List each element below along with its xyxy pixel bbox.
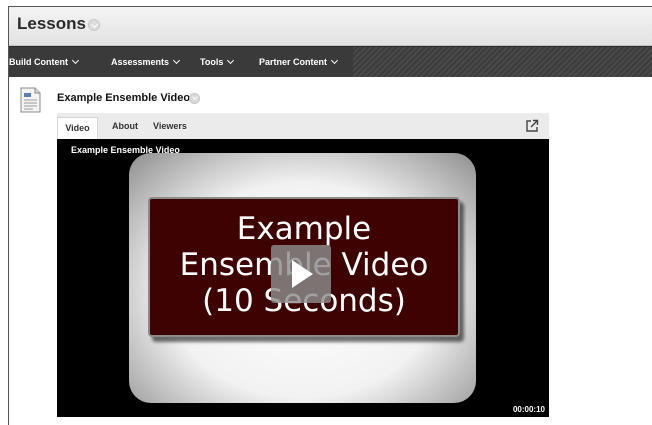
menu-assessments-label: Assessments <box>111 57 170 67</box>
tab-video[interactable]: Video <box>57 117 98 139</box>
page-title: Lessons <box>17 14 86 33</box>
chevron-down-icon <box>173 56 181 65</box>
menu-tools[interactable]: Tools <box>200 56 235 67</box>
tab-about[interactable]: About <box>112 121 138 131</box>
menu-partner-content[interactable]: Partner Content <box>259 56 339 67</box>
menu-tools-label: Tools <box>200 57 224 67</box>
menubar-hatch <box>353 47 652 77</box>
chevron-down-icon <box>330 56 339 65</box>
video-player: Video About Viewers Example Ensemble Vid… <box>57 113 549 417</box>
menu-build-content[interactable]: Build Content <box>9 56 80 67</box>
menu-assessments[interactable]: Assessments <box>111 56 181 67</box>
menu-build-content-label: Build Content <box>9 57 68 67</box>
play-button[interactable] <box>271 245 331 303</box>
external-link-icon[interactable] <box>525 119 539 133</box>
player-tabbar: Video About Viewers <box>57 113 549 140</box>
slide-line-1: Example <box>236 211 372 247</box>
page-header: Lessons <box>9 7 652 46</box>
chevron-down-icon <box>227 56 235 65</box>
tab-viewers[interactable]: Viewers <box>153 121 187 131</box>
video-duration: 00:00:10 <box>512 405 545 414</box>
document-icon <box>20 87 41 113</box>
lessons-page: Lessons Build Content Assessments Tools … <box>8 6 652 425</box>
video-area[interactable]: Example Ensemble Video Example Ensemble … <box>57 139 549 417</box>
action-menubar: Build Content Assessments Tools Partner … <box>9 46 652 77</box>
item-options-icon[interactable] <box>189 93 200 104</box>
content-item-title[interactable]: Example Ensemble Video <box>57 92 190 104</box>
title-options-icon[interactable] <box>88 19 100 31</box>
chevron-down-icon <box>71 56 80 65</box>
menu-partner-content-label: Partner Content <box>259 57 328 67</box>
